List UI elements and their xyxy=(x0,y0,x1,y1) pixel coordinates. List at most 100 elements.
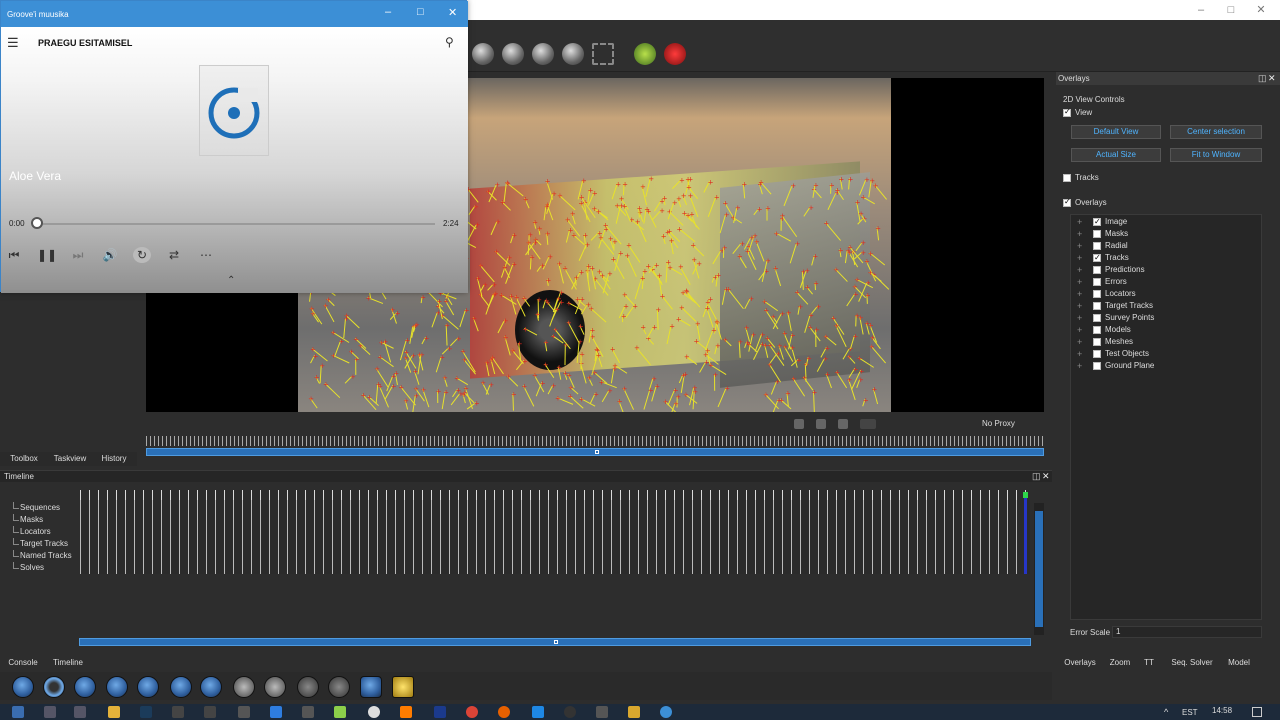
track-marker[interactable]: + xyxy=(442,374,448,382)
track-marker[interactable]: + xyxy=(462,356,468,364)
track-marker[interactable]: + xyxy=(540,262,546,270)
track-marker[interactable]: + xyxy=(597,229,603,237)
track-marker[interactable]: + xyxy=(344,315,350,323)
track-marker[interactable]: + xyxy=(391,382,397,390)
track-marker[interactable]: + xyxy=(540,379,546,387)
timeline-scrollbar[interactable] xyxy=(79,636,1031,648)
track-marker[interactable]: + xyxy=(834,322,840,330)
track-marker[interactable]: + xyxy=(511,260,517,268)
track-marker[interactable]: + xyxy=(807,323,813,331)
track-marker[interactable]: + xyxy=(319,362,325,370)
track-marker[interactable]: + xyxy=(655,306,661,314)
track-marker[interactable]: + xyxy=(374,365,380,373)
expand-icon[interactable]: + xyxy=(1077,228,1082,240)
tab-toolbox[interactable]: Toolbox xyxy=(4,452,44,466)
expand-icon[interactable]: + xyxy=(1077,264,1082,276)
view-toggle[interactable]: View xyxy=(1063,107,1092,117)
maximize-icon[interactable]: □ xyxy=(1216,0,1246,20)
overlay-item[interactable]: + Test Objects xyxy=(1071,348,1261,360)
tree-item-solves[interactable]: Solves xyxy=(10,562,80,574)
track-marker[interactable]: + xyxy=(657,272,663,280)
key-back-icon[interactable] xyxy=(170,676,192,698)
track-marker[interactable]: + xyxy=(599,272,605,280)
track-marker[interactable]: + xyxy=(589,264,595,272)
track-marker[interactable]: + xyxy=(645,263,651,271)
track-marker[interactable]: + xyxy=(570,210,576,218)
track-marker[interactable]: + xyxy=(568,384,574,392)
expand-icon[interactable]: + xyxy=(1077,348,1082,360)
overlay-item[interactable]: + Meshes xyxy=(1071,336,1261,348)
track-tool-icon[interactable] xyxy=(472,43,494,65)
app-icon[interactable] xyxy=(368,706,380,718)
track-marker[interactable]: + xyxy=(713,371,719,379)
default-view-button[interactable]: Default View xyxy=(1071,125,1161,139)
track-marker[interactable]: + xyxy=(563,341,569,349)
overlay-checkbox[interactable] xyxy=(1093,289,1101,298)
track-marker[interactable]: + xyxy=(684,353,690,361)
track-marker[interactable]: + xyxy=(812,253,818,261)
track-marker[interactable]: + xyxy=(568,227,574,235)
track-marker[interactable]: + xyxy=(423,334,429,342)
track-marker[interactable]: + xyxy=(491,291,497,299)
expand-icon[interactable]: + xyxy=(1077,288,1082,300)
track-marker[interactable]: + xyxy=(796,357,802,365)
overlay-checkbox[interactable] xyxy=(1093,265,1101,274)
track-marker[interactable]: + xyxy=(714,194,720,202)
track-marker[interactable]: + xyxy=(785,390,791,398)
track-marker[interactable]: + xyxy=(314,374,320,382)
gear-back-icon[interactable] xyxy=(233,676,255,698)
track-marker[interactable]: + xyxy=(669,322,675,330)
tab-model[interactable]: Model xyxy=(1222,656,1256,670)
track-marker[interactable]: + xyxy=(581,177,587,185)
track-marker[interactable]: + xyxy=(543,361,549,369)
track-marker[interactable]: + xyxy=(566,300,572,308)
track-marker[interactable]: + xyxy=(676,315,682,323)
track-marker[interactable]: + xyxy=(737,338,743,346)
overlay-item[interactable]: + Survey Points xyxy=(1071,312,1261,324)
track-marker[interactable]: + xyxy=(708,178,714,186)
seek-bar[interactable] xyxy=(37,223,435,225)
overlay-item[interactable]: + Image xyxy=(1071,216,1261,228)
track-marker[interactable]: + xyxy=(464,307,470,315)
track-marker[interactable]: + xyxy=(716,271,722,279)
track-marker[interactable]: + xyxy=(763,341,769,349)
track-marker[interactable]: + xyxy=(495,218,501,226)
track-marker[interactable]: + xyxy=(615,181,621,189)
track-marker[interactable]: + xyxy=(659,207,665,215)
track-marker[interactable]: + xyxy=(654,383,660,391)
track-marker[interactable]: + xyxy=(684,288,690,296)
track-marker[interactable]: + xyxy=(660,292,666,300)
track-marker[interactable]: + xyxy=(845,247,851,255)
timeline-keyframes[interactable] xyxy=(80,500,1030,574)
track-marker[interactable]: + xyxy=(532,219,538,227)
search-icon[interactable] xyxy=(44,706,56,718)
track-marker[interactable]: + xyxy=(514,293,520,301)
close-panel-icon[interactable]: ✕ xyxy=(1042,471,1050,482)
track-marker[interactable]: + xyxy=(823,333,829,341)
export-icon[interactable] xyxy=(860,419,876,429)
track-marker[interactable]: + xyxy=(875,224,881,232)
track-marker[interactable]: + xyxy=(610,345,616,353)
track-marker[interactable]: + xyxy=(582,231,588,239)
track-marker[interactable]: + xyxy=(758,179,764,187)
app-icon[interactable] xyxy=(302,706,314,718)
stop-icon[interactable] xyxy=(43,676,65,698)
track-marker[interactable]: + xyxy=(323,380,329,388)
track-marker[interactable]: + xyxy=(533,236,539,244)
track-marker[interactable]: + xyxy=(543,339,549,347)
track-marker[interactable]: + xyxy=(715,342,721,350)
track-marker[interactable]: + xyxy=(592,369,598,377)
view-checkbox[interactable] xyxy=(1063,107,1071,117)
overlay-item[interactable]: + Models xyxy=(1071,324,1261,336)
overlay-checkbox[interactable] xyxy=(1093,216,1101,228)
actual-size-button[interactable]: Actual Size xyxy=(1071,148,1161,162)
track-marker[interactable]: + xyxy=(511,390,517,398)
track-marker[interactable]: + xyxy=(683,391,689,399)
clock[interactable]: 14:58 xyxy=(1212,706,1232,715)
track-marker[interactable]: + xyxy=(503,333,509,341)
track-marker[interactable]: + xyxy=(490,354,496,362)
shuffle-icon[interactable]: ⇄ xyxy=(165,247,183,263)
track-marker[interactable]: + xyxy=(765,205,771,213)
track-marker[interactable]: + xyxy=(685,212,691,220)
track-marker[interactable]: + xyxy=(621,312,627,320)
